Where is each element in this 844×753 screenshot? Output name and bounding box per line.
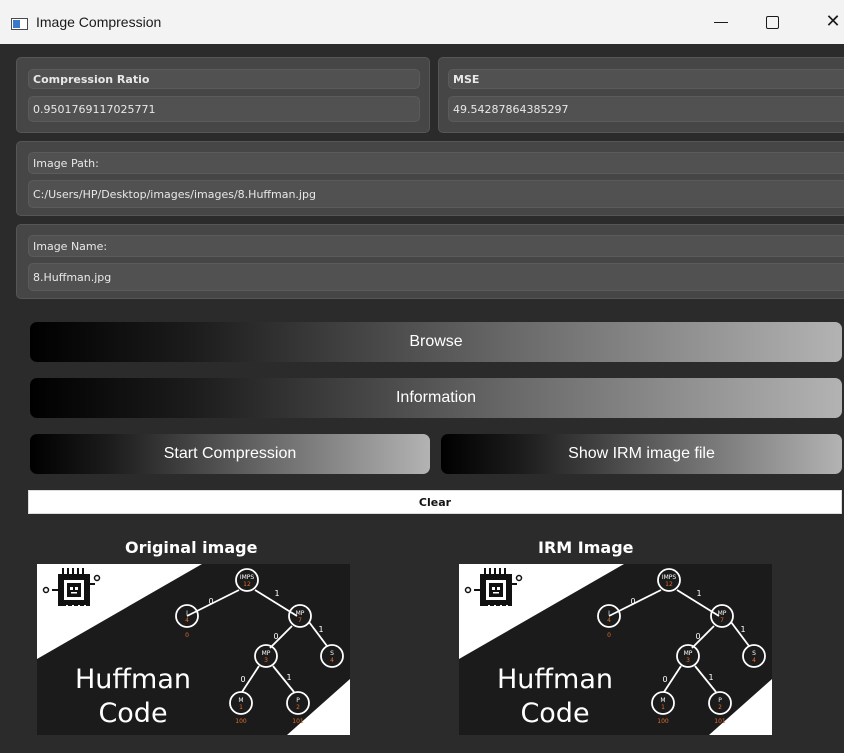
tree-node-label: MP (718, 610, 727, 617)
minimize-button[interactable] (706, 8, 736, 36)
tree-node-label: MP (262, 650, 271, 657)
irm-image-title: IRM Image (538, 538, 634, 557)
tree-node-count: 2 (718, 704, 722, 711)
tree-node-count: 7 (298, 617, 302, 624)
edge-bit: 1 (740, 625, 745, 634)
maximize-button[interactable] (757, 8, 787, 36)
tree-node-count: 1 (661, 704, 665, 711)
close-button[interactable]: ✕ (818, 8, 844, 36)
huffman-code: 0 (185, 632, 189, 639)
edge-bit: 1 (708, 673, 713, 682)
information-button[interactable]: Information (30, 378, 842, 418)
huffman-code: 101 (714, 718, 726, 725)
huffman-illustration: IMPS I MP MP S M P 12 4 7 3 4 1 2 0 100 … (37, 564, 350, 735)
show-irm-image-button[interactable]: Show IRM image file (441, 434, 842, 474)
tree-node-count: 3 (264, 657, 268, 664)
edge-bit: 1 (696, 589, 701, 598)
tree-node-label: IMPS (662, 574, 677, 581)
huffman-code: 0 (607, 632, 611, 639)
edge-bit: 0 (273, 632, 278, 641)
tree-node-label: I (608, 610, 610, 617)
tree-node-label: S (752, 650, 756, 657)
code-text: Code (520, 698, 589, 729)
huffman-illustration: IMPS I MP MP S M P 12 4 7 3 4 1 2 0 100 … (459, 564, 772, 735)
app-icon (11, 18, 28, 30)
image-name-label: Image Name: (28, 235, 844, 257)
tree-node-label: P (718, 697, 722, 704)
image-name-value[interactable]: 8.Huffman.jpg (28, 263, 844, 291)
code-text: Code (98, 698, 167, 729)
edge-bit: 1 (274, 589, 279, 598)
huffman-code: 100 (235, 718, 247, 725)
original-image-preview: IMPS I MP MP S M P 12 4 7 3 4 1 2 0 100 … (37, 564, 350, 735)
edge-bit: 0 (208, 597, 213, 606)
tree-node-label: P (296, 697, 300, 704)
window-title: Image Compression (36, 14, 162, 30)
irm-image-preview: IMPS I MP MP S M P 12 4 7 3 4 1 2 0 100 … (459, 564, 772, 735)
start-compression-button[interactable]: Start Compression (30, 434, 430, 474)
tree-node-label: MP (684, 650, 693, 657)
image-name-panel: Image Name: 8.Huffman.jpg (16, 224, 844, 299)
tree-node-count: 12 (243, 581, 251, 588)
tree-node-label: I (186, 610, 188, 617)
huffman-code: 101 (292, 718, 304, 725)
edge-bit: 0 (662, 675, 667, 684)
tree-node-count: 1 (239, 704, 243, 711)
original-image-title: Original image (125, 538, 258, 557)
compression-ratio-panel: Compression Ratio 0.9501769117025771 (16, 57, 430, 133)
tree-node-count: 3 (686, 657, 690, 664)
edge-bit: 1 (318, 625, 323, 634)
huffman-code: 100 (657, 718, 669, 725)
huffman-text: Huffman (497, 664, 613, 695)
image-path-label: Image Path: (28, 152, 844, 174)
huffman-text: Huffman (75, 664, 191, 695)
tree-node-label: MP (296, 610, 305, 617)
mse-label: MSE (448, 69, 844, 89)
tree-node-count: 4 (607, 617, 611, 624)
compression-ratio-value[interactable]: 0.9501769117025771 (28, 96, 420, 122)
image-path-value[interactable]: C:/Users/HP/Desktop/images/images/8.Huff… (28, 180, 844, 208)
tree-node-count: 12 (665, 581, 673, 588)
compression-ratio-label: Compression Ratio (28, 69, 420, 89)
mse-panel: MSE 49.54287864385297 (438, 57, 844, 133)
browse-button[interactable]: Browse (30, 322, 842, 362)
tree-node-label: S (330, 650, 334, 657)
tree-node-count: 4 (185, 617, 189, 624)
tree-node-count: 4 (752, 657, 756, 664)
edge-bit: 0 (630, 597, 635, 606)
edge-bit: 0 (240, 675, 245, 684)
tree-node-label: M (238, 697, 243, 704)
tree-node-count: 2 (296, 704, 300, 711)
image-path-panel: Image Path: C:/Users/HP/Desktop/images/i… (16, 141, 844, 216)
mse-value[interactable]: 49.54287864385297 (448, 96, 844, 122)
clear-button[interactable]: Clear (28, 490, 842, 514)
tree-node-count: 4 (330, 657, 334, 664)
title-bar: Image Compression ✕ (0, 0, 844, 44)
edge-bit: 1 (286, 673, 291, 682)
tree-node-label: IMPS (240, 574, 255, 581)
tree-node-count: 7 (720, 617, 724, 624)
tree-node-label: M (660, 697, 665, 704)
edge-bit: 0 (695, 632, 700, 641)
